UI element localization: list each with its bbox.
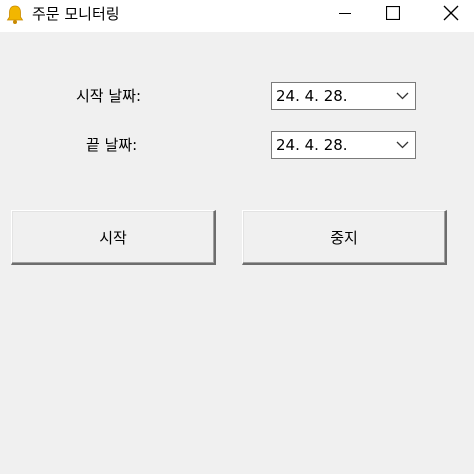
maximize-icon <box>386 6 400 20</box>
maximize-button[interactable] <box>370 0 416 26</box>
app-window: 주문 모니터링 시작 날짜: 24. 4. 28. 끝 날짜: 24. 4. 2… <box>0 0 474 474</box>
start-button[interactable]: 시작 <box>11 210 216 265</box>
stop-button[interactable]: 중지 <box>242 210 447 265</box>
chevron-down-icon[interactable] <box>396 91 409 101</box>
end-date-value: 24. 4. 28. <box>276 136 348 154</box>
window-title: 주문 모니터링 <box>32 5 120 23</box>
minimize-button[interactable] <box>322 0 368 26</box>
chevron-down-icon[interactable] <box>396 140 409 150</box>
minimize-icon <box>339 13 351 14</box>
title-bar[interactable]: 주문 모니터링 <box>0 0 474 32</box>
start-date-value: 24. 4. 28. <box>276 87 348 105</box>
end-date-picker[interactable]: 24. 4. 28. <box>271 131 416 159</box>
start-date-picker[interactable]: 24. 4. 28. <box>271 82 416 110</box>
close-icon <box>443 5 459 21</box>
bell-icon <box>6 4 24 26</box>
start-date-label: 시작 날짜: <box>76 87 142 105</box>
close-button[interactable] <box>428 0 474 26</box>
end-date-label: 끝 날짜: <box>86 136 138 154</box>
